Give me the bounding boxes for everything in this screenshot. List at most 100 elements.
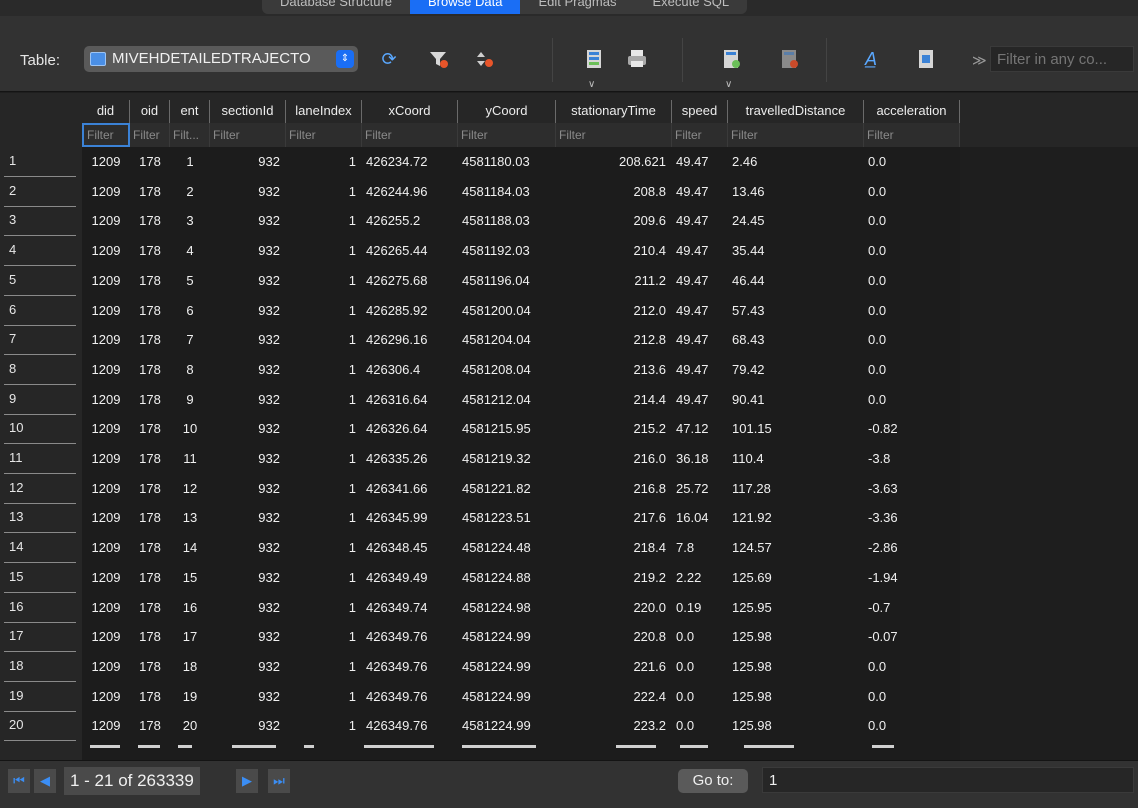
cell-ycoord[interactable]: 4581196.04 [458, 268, 556, 296]
row-number[interactable]: 3 [4, 208, 76, 237]
cell-travelleddistance[interactable]: 125.95 [728, 595, 864, 623]
cell-oid[interactable]: 178 [130, 208, 170, 236]
cell-oid[interactable]: 178 [130, 505, 170, 533]
cell-stationarytime[interactable]: 216.8 [556, 476, 672, 504]
cell-xcoord[interactable]: 426275.68 [362, 268, 458, 296]
table-row[interactable]: 1 1209 178 1 932 1 426234.72 4581180.03 208.621 4… [0, 149, 1138, 177]
cell-ent[interactable]: 20 [170, 713, 210, 741]
cell-xcoord[interactable]: 426255.2 [362, 208, 458, 236]
cell-xcoord[interactable]: 426349.76 [362, 713, 458, 741]
table-row[interactable]: 2 1209 178 2 932 1 426244.96 4581184.03 208.8 49.… [0, 179, 1138, 207]
cell-ent[interactable]: 1 [170, 149, 210, 177]
row-number[interactable]: 13 [4, 505, 76, 534]
cell-oid[interactable]: 178 [130, 535, 170, 563]
delete-record-icon[interactable] [776, 46, 802, 72]
cell-xcoord[interactable]: 426345.99 [362, 505, 458, 533]
cell-stationarytime[interactable]: 211.2 [556, 268, 672, 296]
row-number[interactable]: 8 [4, 357, 76, 385]
cell-oid[interactable]: 178 [130, 595, 170, 623]
cell-ent[interactable]: 7 [170, 327, 210, 355]
table-row[interactable]: 12 1209 178 12 932 1 426341.66 4581221.82 216.8 2… [0, 476, 1138, 504]
cell-stationarytime[interactable]: 208.8 [556, 179, 672, 207]
cell-did[interactable]: 1209 [82, 416, 130, 444]
cell-acceleration[interactable]: -3.8 [864, 446, 960, 474]
filter-field-acceleration[interactable]: Filter [864, 123, 960, 147]
table-row[interactable]: 17 1209 178 17 932 1 426349.76 4581224.99 220.8 0… [0, 624, 1138, 653]
filter-field-did[interactable]: Filter [82, 123, 130, 147]
cell-xcoord[interactable]: 426244.96 [362, 179, 458, 207]
cell-ycoord[interactable]: 4581224.99 [458, 713, 556, 741]
cell-laneindex[interactable]: 1 [286, 416, 362, 444]
cell-acceleration[interactable]: -3.36 [864, 505, 960, 533]
cell-xcoord[interactable]: 426349.76 [362, 684, 458, 712]
cell-laneindex[interactable]: 1 [286, 505, 362, 533]
cell-did[interactable]: 1209 [82, 565, 130, 593]
cell-speed[interactable]: 49.47 [672, 327, 728, 355]
cell-ycoord[interactable]: 4581224.88 [458, 565, 556, 593]
set-encoding-icon[interactable]: A̲ [858, 46, 884, 72]
cell-oid[interactable]: 178 [130, 268, 170, 296]
cell-oid[interactable]: 178 [130, 327, 170, 355]
table-row[interactable]: 19 1209 178 19 932 1 426349.76 4581224.99 222.4 0… [0, 684, 1138, 712]
cell-laneindex[interactable]: 1 [286, 595, 362, 623]
cell-ycoord[interactable]: 4581224.48 [458, 535, 556, 563]
cell-acceleration[interactable]: 0.0 [864, 357, 960, 385]
table-select[interactable]: MIVEHDETAILEDTRAJECTO ⇕ [84, 46, 358, 72]
filter-any-column-input[interactable] [990, 46, 1134, 72]
cell-stationarytime[interactable]: 220.0 [556, 595, 672, 623]
cell-did[interactable]: 1209 [82, 684, 130, 712]
cell-oid[interactable]: 178 [130, 476, 170, 504]
cell-ent[interactable]: 11 [170, 446, 210, 474]
cell-ycoord[interactable]: 4581221.82 [458, 476, 556, 504]
cell-did[interactable]: 1209 [82, 268, 130, 296]
filter-field-ycoord[interactable]: Filter [458, 123, 556, 147]
cell-sectionid[interactable]: 932 [210, 387, 286, 415]
cell-xcoord[interactable]: 426326.64 [362, 416, 458, 444]
table-row[interactable]: 16 1209 178 16 932 1 426349.74 4581224.98 220.0 0… [0, 595, 1138, 623]
cell-laneindex[interactable]: 1 [286, 298, 362, 326]
table-row[interactable]: 4 1209 178 4 932 1 426265.44 4581192.03 210.4 49.… [0, 238, 1138, 267]
cell-ent[interactable]: 16 [170, 595, 210, 623]
cell-sectionid[interactable]: 932 [210, 476, 286, 504]
table-row[interactable]: 10 1209 178 10 932 1 426326.64 4581215.95 215.2 4… [0, 416, 1138, 445]
cell-did[interactable]: 1209 [82, 654, 130, 682]
row-number[interactable]: 17 [4, 624, 76, 653]
cell-stationarytime[interactable]: 209.6 [556, 208, 672, 236]
cell-speed[interactable]: 49.47 [672, 208, 728, 236]
cell-did[interactable]: 1209 [82, 476, 130, 504]
cell-did[interactable]: 1209 [82, 208, 130, 236]
filter-field-oid[interactable]: Filter [130, 123, 170, 147]
cell-ycoord[interactable]: 4581188.03 [458, 208, 556, 236]
cell-stationarytime[interactable]: 212.0 [556, 298, 672, 326]
cell-speed[interactable]: 0.19 [672, 595, 728, 623]
tab-browse-data[interactable]: Browse Data [410, 0, 521, 14]
cell-speed[interactable]: 49.47 [672, 238, 728, 266]
cell-did[interactable]: 1209 [82, 505, 130, 533]
cell-stationarytime[interactable]: 223.2 [556, 713, 672, 741]
cell-xcoord[interactable]: 426234.72 [362, 149, 458, 177]
row-number[interactable]: 12 [4, 476, 76, 504]
cell-ent[interactable]: 10 [170, 416, 210, 444]
cell-ent[interactable]: 6 [170, 298, 210, 326]
cell-speed[interactable]: 0.0 [672, 684, 728, 712]
cell-oid[interactable]: 178 [130, 624, 170, 652]
cell-stationarytime[interactable]: 214.4 [556, 387, 672, 415]
table-row[interactable]: 5 1209 178 5 932 1 426275.68 4581196.04 211.2 49.… [0, 268, 1138, 296]
tab-execute-sql[interactable]: Execute SQL [634, 0, 747, 14]
cell-laneindex[interactable]: 1 [286, 387, 362, 415]
cell-speed[interactable]: 2.22 [672, 565, 728, 593]
row-number[interactable]: 11 [4, 446, 76, 474]
cell-acceleration[interactable]: -3.63 [864, 476, 960, 504]
cell-ycoord[interactable]: 4581224.98 [458, 595, 556, 623]
cell-sectionid[interactable]: 932 [210, 713, 286, 741]
cell-sectionid[interactable]: 932 [210, 357, 286, 385]
cell-sectionid[interactable]: 932 [210, 595, 286, 623]
cell-travelleddistance[interactable]: 79.42 [728, 357, 864, 385]
cell-acceleration[interactable]: 0.0 [864, 713, 960, 741]
cell-laneindex[interactable]: 1 [286, 179, 362, 207]
row-number[interactable]: 18 [4, 654, 76, 682]
cell-sectionid[interactable]: 932 [210, 416, 286, 444]
cell-speed[interactable]: 49.47 [672, 179, 728, 207]
cell-speed[interactable]: 49.47 [672, 387, 728, 415]
cell-ycoord[interactable]: 4581204.04 [458, 327, 556, 355]
